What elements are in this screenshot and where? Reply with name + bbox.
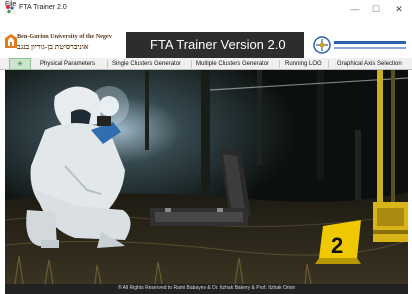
tab-physical-parameters[interactable]: Physical Parameters — [40, 58, 95, 70]
copyright-text: ® All Rights Reserved to Rami Babayev & … — [117, 285, 296, 291]
close-button[interactable]: ✕ — [386, 2, 412, 16]
forensic-scene-image: 2 — [5, 70, 408, 284]
tab-running-log[interactable]: Running LOG — [285, 58, 322, 70]
university-name-hebrew: אוניברסיטת בן-גוריון בנגב — [17, 42, 89, 51]
app-title: FTA Trainer Version 2.0 — [150, 37, 286, 52]
tab-divider — [328, 60, 329, 68]
university-name: Ben-Gurion University of the Negev — [17, 33, 112, 40]
tab-home[interactable]: ✳ — [9, 58, 31, 70]
menu-bar — [0, 18, 412, 30]
tab-divider — [107, 60, 108, 68]
energy-commission-logo — [308, 31, 410, 59]
tab-divider — [191, 60, 192, 68]
tab-divider — [279, 60, 280, 68]
window-title: FTA Trainer 2.0 — [19, 4, 67, 11]
evidence-marker-number: 2 — [331, 233, 343, 258]
tab-single-clusters-generator[interactable]: Single Clusters Generator — [112, 58, 181, 70]
tab-multiple-clusters-generator[interactable]: Multiple Clusters Generator — [196, 58, 269, 70]
menu-file[interactable]: File — [5, 1, 16, 8]
tab-graphical-axis-selection[interactable]: Graphical Axis Selection — [337, 58, 402, 70]
university-logo — [5, 34, 17, 48]
